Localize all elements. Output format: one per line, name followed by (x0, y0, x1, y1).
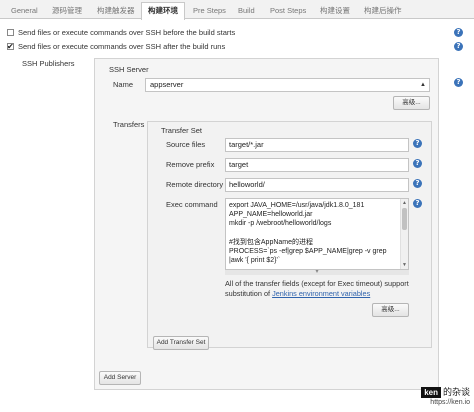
help-icon[interactable]: ? (413, 179, 422, 188)
remove-prefix-label: Remove prefix (166, 160, 215, 169)
tab-general[interactable]: General (4, 2, 45, 19)
tab-build[interactable]: Build (231, 2, 262, 19)
transfer-set-label: Transfer Set (161, 126, 202, 135)
help-icon[interactable]: ? (454, 42, 463, 51)
ssh-server-name-select[interactable]: appserver ▲ (145, 78, 430, 92)
env-variables-note: All of the transfer fields (except for E… (225, 279, 415, 299)
tab-post-build-actions[interactable]: 构建后操作 (357, 2, 409, 19)
exec-command-line: |awk '{ print $2}'` (229, 257, 281, 265)
source-files-label: Source files (166, 140, 206, 149)
tab-build-environment[interactable]: 构建环境 (141, 2, 185, 20)
help-icon[interactable]: ? (413, 139, 422, 148)
textarea-resize-handle[interactable]: ▾ (225, 269, 409, 275)
help-icon[interactable]: ? (454, 78, 463, 87)
ssh-after-build-checkbox[interactable] (7, 41, 14, 52)
remove-prefix-input[interactable]: target (225, 158, 409, 172)
transfer-set-panel: Transfer Set Source files target/*.jar R… (147, 121, 432, 350)
tab-pre-steps[interactable]: Pre Steps (186, 2, 233, 19)
transfer-set-advanced-button[interactable]: 高级... (372, 303, 409, 317)
ssh-publishers-panel: SSH Server Name appserver ▲ 高级... Transf… (94, 58, 439, 390)
ssh-before-build-option[interactable]: Send files or execute commands over SSH … (7, 27, 235, 38)
tab-post-steps[interactable]: Post Steps (263, 2, 313, 19)
exec-command-line: export JAVA_HOME=/usr/java/jdk1.8.0_181 (229, 202, 365, 209)
add-server-button[interactable]: Add Server (99, 371, 141, 385)
dropdown-arrow-icon: ▲ (420, 82, 426, 88)
ssh-before-build-checkbox[interactable] (7, 29, 14, 36)
exec-command-line (229, 229, 405, 238)
exec-command-line: #找到包含AppName的进程 (229, 238, 314, 246)
watermark-badge: ken (421, 387, 441, 398)
exec-command-line: APP_NAME=helloworld.jar (229, 211, 313, 219)
tab-build-settings[interactable]: 构建设置 (313, 2, 357, 19)
ssh-before-build-label: Send files or execute commands over SSH … (18, 28, 236, 37)
watermark-text: 的杂谈 (442, 387, 470, 397)
source-files-input[interactable]: target/*.jar (225, 138, 409, 152)
exec-command-line: mkdir -p /webroot/helloworld/logs (229, 220, 332, 228)
name-label: Name (113, 80, 134, 89)
watermark-url: https://ken.io (430, 399, 470, 406)
ssh-server-advanced-button[interactable]: 高级... (393, 96, 430, 110)
exec-command-label: Exec command (166, 200, 218, 209)
exec-command-line: PROCESS=`ps -ef|grep $APP_NAME|grep -v g… (229, 247, 387, 255)
tab-build-triggers[interactable]: 构建触发器 (90, 2, 142, 19)
config-tab-bar: General 源码管理 构建触发器 构建环境 Pre Steps Build … (0, 0, 474, 20)
scrollbar-thumb[interactable] (402, 208, 407, 230)
exec-command-scrollbar[interactable]: ▲ ▼ (400, 199, 408, 269)
help-icon[interactable]: ? (413, 159, 422, 168)
transfers-label: Transfers (113, 120, 145, 129)
jenkins-env-variables-link[interactable]: Jenkins environment variables (272, 289, 370, 298)
ssh-server-name-value: appserver (150, 80, 184, 89)
help-icon[interactable]: ? (413, 199, 422, 208)
scroll-up-icon[interactable]: ▲ (401, 199, 408, 207)
ssh-after-build-option[interactable]: Send files or execute commands over SSH … (7, 41, 225, 52)
help-icon[interactable]: ? (454, 28, 463, 37)
add-transfer-set-button[interactable]: Add Transfer Set (153, 336, 209, 350)
remote-directory-label: Remote directory (166, 180, 224, 189)
ssh-after-build-label: Send files or execute commands over SSH … (18, 42, 226, 51)
watermark: ken 的杂谈 https://ken.io (421, 385, 470, 406)
tab-source-code-management[interactable]: 源码管理 (45, 2, 89, 19)
ssh-server-label: SSH Server (109, 65, 149, 74)
scroll-down-icon[interactable]: ▼ (401, 261, 408, 269)
exec-command-textarea[interactable]: export JAVA_HOME=/usr/java/jdk1.8.0_181 … (225, 198, 409, 270)
remote-directory-input[interactable]: helloworld/ (225, 178, 409, 192)
ssh-publishers-label: SSH Publishers (22, 59, 75, 68)
